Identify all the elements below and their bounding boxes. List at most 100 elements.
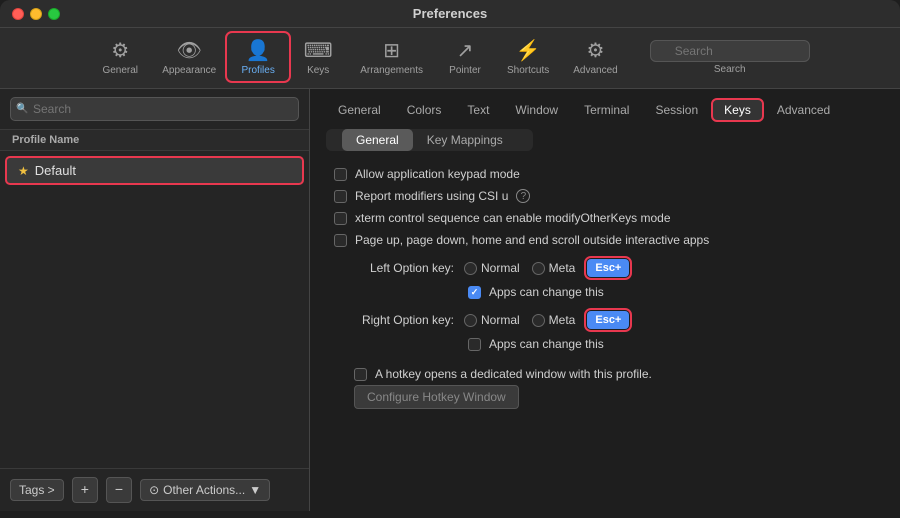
window-title: Preferences <box>413 6 487 21</box>
tab-terminal[interactable]: Terminal <box>572 99 641 121</box>
sidebar-footer: Tags > + − ⊙ Other Actions... ▼ <box>0 468 309 511</box>
toolbar-label-advanced: Advanced <box>573 65 617 76</box>
other-actions-label: Other Actions... <box>163 483 245 497</box>
star-icon: ★ <box>18 164 29 178</box>
remove-profile-button[interactable]: − <box>106 477 132 503</box>
traffic-lights <box>12 8 60 20</box>
sidebar-item-default[interactable]: ★ Default <box>6 157 303 184</box>
toolbar-label-general: General <box>102 65 138 76</box>
sidebar-item-label: Default <box>35 163 76 178</box>
other-actions-button[interactable]: ⊙ Other Actions... ▼ <box>140 479 270 501</box>
tags-button[interactable]: Tags > <box>10 479 64 501</box>
toolbar-label-pointer: Pointer <box>449 65 481 76</box>
xterm-control-label: xterm control sequence can enable modify… <box>355 211 671 225</box>
left-option-esc-button[interactable]: Esc+ <box>587 259 629 277</box>
toolbar-search-label: Search <box>714 64 746 75</box>
left-option-key-label: Left Option key: <box>334 261 454 275</box>
tab-window[interactable]: Window <box>503 99 570 121</box>
person-icon: 👤 <box>246 38 271 63</box>
tab-text[interactable]: Text <box>455 99 501 121</box>
hotkey-checkbox[interactable] <box>354 368 367 381</box>
report-modifiers-checkbox[interactable] <box>334 190 347 203</box>
toolbar-item-arrangements[interactable]: ⊞ Arrangements <box>348 34 435 80</box>
hotkey-row: A hotkey opens a dedicated window with t… <box>354 367 876 381</box>
toolbar-label-keys: Keys <box>307 65 329 76</box>
toolbar-label-shortcuts: Shortcuts <box>507 65 549 76</box>
allow-keypad-label: Allow application keypad mode <box>355 167 520 181</box>
right-apps-change-checkbox[interactable] <box>468 338 481 351</box>
toolbar-item-pointer[interactable]: ↗ Pointer <box>435 34 495 80</box>
left-option-meta[interactable]: Meta <box>532 261 576 275</box>
dropdown-icon: ▼ <box>249 483 261 497</box>
right-option-normal-radio[interactable] <box>464 314 477 327</box>
right-option-meta[interactable]: Meta <box>532 313 576 327</box>
subtab-key-mappings[interactable]: Key Mappings <box>413 129 517 151</box>
toolbar-item-general[interactable]: ⚙ General <box>90 34 150 80</box>
checkbox-page-scroll: Page up, page down, home and end scroll … <box>334 233 876 247</box>
checkbox-xterm-control: xterm control sequence can enable modify… <box>334 211 876 225</box>
right-option-normal-label: Normal <box>481 313 520 327</box>
tab-colors[interactable]: Colors <box>395 99 454 121</box>
toolbar-item-shortcuts[interactable]: ⚡ Shortcuts <box>495 34 561 80</box>
tab-advanced[interactable]: Advanced <box>765 99 842 121</box>
left-option-normal-label: Normal <box>481 261 520 275</box>
keyboard-icon: ⌨ <box>304 38 333 63</box>
page-scroll-label: Page up, page down, home and end scroll … <box>355 233 709 247</box>
report-modifiers-label: Report modifiers using CSI u <box>355 189 508 203</box>
sidebar-search-input[interactable] <box>10 97 299 121</box>
left-option-meta-radio[interactable] <box>532 262 545 275</box>
add-profile-button[interactable]: + <box>72 477 98 503</box>
sidebar: Profile Name ★ Default Tags > + − ⊙ Othe… <box>0 89 310 511</box>
minimize-button[interactable] <box>30 8 42 20</box>
maximize-button[interactable] <box>48 8 60 20</box>
page-scroll-checkbox[interactable] <box>334 234 347 247</box>
right-option-key-label: Right Option key: <box>334 313 454 327</box>
right-option-meta-label: Meta <box>549 313 576 327</box>
content-area: General Colors Text Window Terminal Sess… <box>310 89 900 511</box>
right-option-normal[interactable]: Normal <box>464 313 520 327</box>
tab-session[interactable]: Session <box>643 99 710 121</box>
main-tabs: General Colors Text Window Terminal Sess… <box>310 99 900 121</box>
sidebar-search-area <box>0 89 309 130</box>
help-icon[interactable]: ? <box>516 189 530 203</box>
titlebar: Preferences <box>0 0 900 28</box>
sidebar-search-wrapper <box>10 97 299 121</box>
left-option-meta-label: Meta <box>549 261 576 275</box>
checkbox-allow-keypad: Allow application keypad mode <box>334 167 876 181</box>
right-apps-change-row: Apps can change this <box>468 337 876 351</box>
right-option-esc-button[interactable]: Esc+ <box>587 311 629 329</box>
xterm-control-checkbox[interactable] <box>334 212 347 225</box>
left-option-radio-group: Normal Meta Esc+ <box>464 259 629 277</box>
toolbar-item-profiles[interactable]: 👤 Profiles <box>228 34 288 80</box>
hotkey-label: A hotkey opens a dedicated window with t… <box>375 367 652 381</box>
subtab-general[interactable]: General <box>342 129 413 151</box>
sidebar-list-header: Profile Name <box>0 130 309 151</box>
allow-keypad-checkbox[interactable] <box>334 168 347 181</box>
toolbar-search-area: Search <box>650 40 810 75</box>
tab-general[interactable]: General <box>326 99 393 121</box>
pointer-icon: ↗ <box>457 38 474 63</box>
left-apps-change-row: Apps can change this <box>468 285 876 299</box>
configure-hotkey-button[interactable]: Configure Hotkey Window <box>354 385 519 409</box>
toolbar-item-appearance[interactable]: 👁 Appearance <box>150 34 228 80</box>
left-apps-change-checkbox[interactable] <box>468 286 481 299</box>
main-area: Profile Name ★ Default Tags > + − ⊙ Othe… <box>0 89 900 511</box>
toolbar-search-wrapper <box>650 40 810 62</box>
settings-area: Allow application keypad mode Report mod… <box>310 167 900 511</box>
toolbar-item-keys[interactable]: ⌨ Keys <box>288 34 348 80</box>
subtabs: General Key Mappings <box>326 129 533 151</box>
right-option-meta-radio[interactable] <box>532 314 545 327</box>
arrangements-icon: ⊞ <box>383 38 400 63</box>
left-option-normal[interactable]: Normal <box>464 261 520 275</box>
tab-keys[interactable]: Keys <box>712 99 763 121</box>
toolbar-search-input[interactable] <box>650 40 810 62</box>
gear-icon: ⚙ <box>111 38 129 63</box>
checkbox-report-modifiers: Report modifiers using CSI u ? <box>334 189 876 203</box>
left-option-normal-radio[interactable] <box>464 262 477 275</box>
toolbar-label-appearance: Appearance <box>162 65 216 76</box>
toolbar-item-advanced[interactable]: ⚙ Advanced <box>561 34 629 80</box>
shortcuts-icon: ⚡ <box>516 38 541 63</box>
other-actions-icon: ⊙ <box>149 483 159 497</box>
close-button[interactable] <box>12 8 24 20</box>
eye-icon: 👁 <box>177 38 202 63</box>
